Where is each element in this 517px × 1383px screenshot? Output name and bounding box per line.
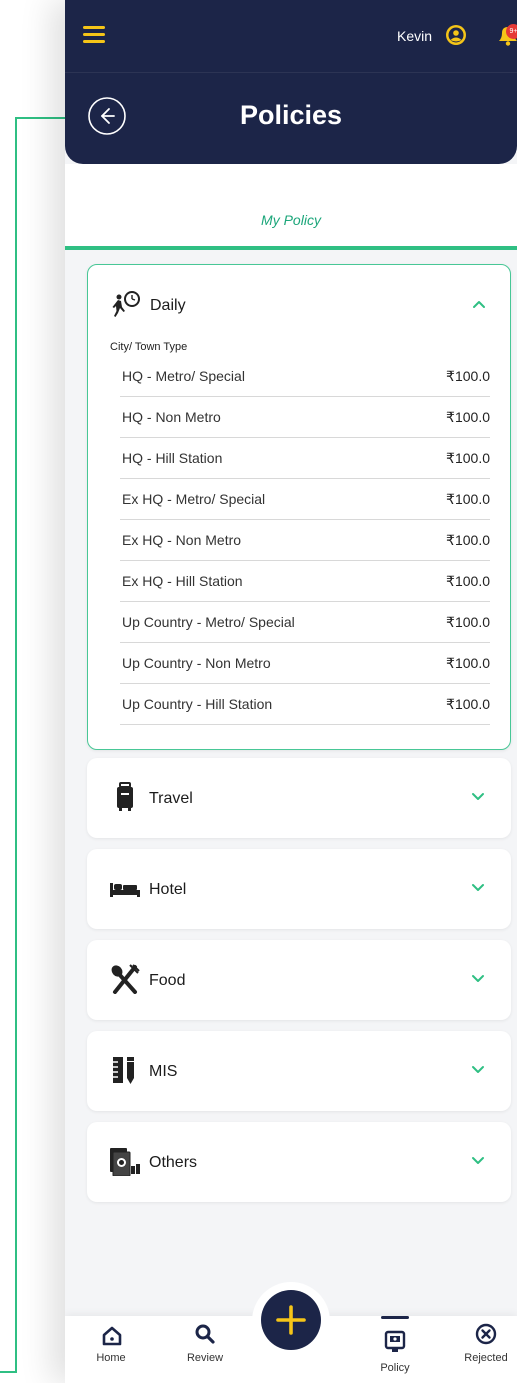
list-item: HQ - Non Metro ₹100.0 xyxy=(120,397,490,438)
card-header-mis[interactable]: MIS xyxy=(87,1031,511,1111)
list-item: Ex HQ - Hill Station ₹100.0 xyxy=(120,561,490,602)
rate-name: Ex HQ - Metro/ Special xyxy=(122,491,266,507)
user-name[interactable]: Kevin xyxy=(397,28,432,44)
nav-review[interactable]: Review xyxy=(177,1316,233,1383)
chevron-down-icon[interactable] xyxy=(471,974,485,984)
card-label: Others xyxy=(149,1154,198,1171)
commuter-clock-icon xyxy=(112,291,140,317)
card-header-food[interactable]: Food xyxy=(87,940,511,1020)
rate-amount: ₹100.0 xyxy=(446,573,490,589)
close-circle-icon xyxy=(475,1323,497,1345)
rate-name: Up Country - Metro/ Special xyxy=(122,614,295,630)
nav-active-indicator xyxy=(381,1316,409,1319)
menu-icon[interactable] xyxy=(83,26,105,44)
page-title: Policies xyxy=(239,100,343,130)
documents-icon xyxy=(110,1148,140,1176)
rate-amount: ₹100.0 xyxy=(446,696,490,712)
nav-rejected[interactable]: Rejected xyxy=(455,1316,517,1383)
list-item: Up Country - Metro/ Special ₹100.0 xyxy=(120,602,490,643)
rate-amount: ₹100.0 xyxy=(446,655,490,671)
policy-badge-icon xyxy=(384,1330,406,1352)
card-header-others[interactable]: Others xyxy=(87,1122,511,1202)
rate-amount: ₹100.0 xyxy=(446,614,490,630)
policy-card-hotel[interactable]: Hotel xyxy=(87,849,511,929)
user-avatar-icon[interactable] xyxy=(445,24,467,46)
card-label: Hotel xyxy=(149,881,187,898)
app-header: Kevin 9+ Policies xyxy=(65,0,517,164)
card-header-daily[interactable]: Daily xyxy=(88,265,512,345)
list-item: Up Country - Non Metro ₹100.0 xyxy=(120,643,490,684)
chevron-up-icon[interactable] xyxy=(472,299,486,309)
rate-name: HQ - Non Metro xyxy=(122,409,221,425)
list-item: Ex HQ - Metro/ Special ₹100.0 xyxy=(120,479,490,520)
tab-bar: My Policy xyxy=(65,164,517,250)
bed-icon xyxy=(110,883,140,897)
rate-amount: ₹100.0 xyxy=(446,491,490,507)
policy-card-others[interactable]: Others xyxy=(87,1122,511,1202)
list-item: Ex HQ - Non Metro ₹100.0 xyxy=(120,520,490,561)
ruler-pencil-icon xyxy=(113,1057,134,1084)
city-type-heading: City/ Town Type xyxy=(110,341,188,353)
card-label: MIS xyxy=(149,1063,178,1080)
rate-name: Ex HQ - Hill Station xyxy=(122,573,243,589)
policy-card-travel[interactable]: Travel xyxy=(87,758,511,838)
rate-list: HQ - Metro/ Special ₹100.0 HQ - Non Metro… xyxy=(120,356,490,725)
card-label: Travel xyxy=(149,790,193,807)
rate-name: HQ - Hill Station xyxy=(122,450,223,466)
rate-name: HQ - Metro/ Special xyxy=(122,368,245,384)
card-label: Daily xyxy=(150,297,186,314)
top-bar: Kevin 9+ xyxy=(65,0,517,73)
search-icon xyxy=(195,1324,215,1344)
card-label: Food xyxy=(149,972,186,989)
nav-home[interactable]: Home xyxy=(85,1316,137,1383)
card-header-travel[interactable]: Travel xyxy=(87,758,511,838)
rate-name: Up Country - Hill Station xyxy=(122,696,273,712)
fork-spoon-icon xyxy=(111,964,140,994)
list-item: HQ - Metro/ Special ₹100.0 xyxy=(120,356,490,397)
list-item: Up Country - Hill Station ₹100.0 xyxy=(120,684,490,725)
add-button[interactable] xyxy=(261,1290,321,1350)
tab-active-indicator xyxy=(65,246,517,250)
nav-review-label: Review xyxy=(186,1352,224,1364)
rate-name: Ex HQ - Non Metro xyxy=(122,532,242,548)
rate-amount: ₹100.0 xyxy=(446,450,490,466)
list-item: HQ - Hill Station ₹100.0 xyxy=(120,438,490,479)
nav-policy-label: Policy xyxy=(380,1362,410,1374)
policy-card-daily: Daily City/ Town Type HQ - Metro/ Specia… xyxy=(87,264,511,750)
nav-home-label: Home xyxy=(96,1352,126,1364)
chevron-down-icon[interactable] xyxy=(471,792,485,802)
chevron-down-icon[interactable] xyxy=(471,1065,485,1075)
rate-name: Up Country - Non Metro xyxy=(122,655,271,671)
rate-amount: ₹100.0 xyxy=(446,368,490,384)
nav-policy[interactable]: Policy xyxy=(365,1316,425,1383)
luggage-icon xyxy=(117,782,133,811)
nav-rejected-label: Rejected xyxy=(464,1352,508,1364)
rate-amount: ₹100.0 xyxy=(446,409,490,425)
notification-badge: 9+ xyxy=(506,24,517,39)
chevron-down-icon[interactable] xyxy=(471,1156,485,1166)
card-header-hotel[interactable]: Hotel xyxy=(87,849,511,929)
rate-amount: ₹100.0 xyxy=(446,532,490,548)
home-icon xyxy=(102,1326,122,1346)
policy-card-food[interactable]: Food xyxy=(87,940,511,1020)
chevron-down-icon[interactable] xyxy=(471,883,485,893)
tab-my-policy[interactable]: My Policy xyxy=(65,212,517,228)
policy-card-mis[interactable]: MIS xyxy=(87,1031,511,1111)
plus-icon xyxy=(276,1305,306,1335)
phone-screen: Kevin 9+ Policies My Policy Daily City/ … xyxy=(65,0,517,1383)
